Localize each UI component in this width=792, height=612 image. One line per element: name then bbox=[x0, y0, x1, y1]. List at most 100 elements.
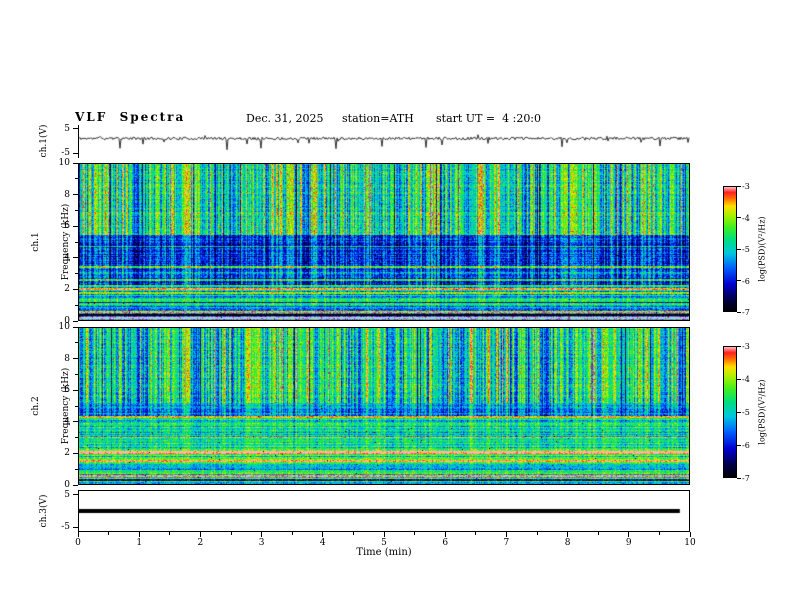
tick-label: 7 bbox=[503, 538, 510, 548]
tick-mark bbox=[75, 209, 78, 211]
tick-mark bbox=[444, 532, 446, 537]
tick-mark bbox=[737, 444, 741, 446]
tick-mark bbox=[75, 273, 78, 275]
tick-label: 3 bbox=[258, 538, 265, 548]
tick-label: -4 bbox=[742, 213, 750, 223]
tick-mark bbox=[199, 532, 201, 537]
tick-mark bbox=[597, 532, 599, 535]
tick-mark bbox=[108, 532, 110, 535]
colorbar2-label: log(PSD)(V²/Hz) bbox=[757, 379, 767, 445]
ch1-waveform-panel bbox=[78, 125, 690, 157]
tick-label: 4 bbox=[319, 538, 326, 548]
tick-label: 10 bbox=[58, 322, 70, 332]
tick-label: -5 bbox=[742, 245, 750, 254]
tick-mark bbox=[536, 532, 538, 535]
tick-mark bbox=[322, 532, 324, 537]
tick-label: 10 bbox=[58, 158, 70, 168]
tick-mark bbox=[737, 378, 741, 380]
axis-label-line: ch.2 bbox=[31, 396, 41, 416]
tick-mark bbox=[73, 128, 78, 130]
tick-label: -5 bbox=[61, 522, 70, 533]
tick-label: 9 bbox=[625, 538, 632, 548]
tick-label: 5 bbox=[381, 538, 387, 548]
tick-label: 4 bbox=[64, 252, 70, 263]
colorbar2 bbox=[723, 346, 737, 478]
start-ut-label: start UT = 4 :20:0 bbox=[436, 112, 542, 125]
tick-mark bbox=[291, 532, 293, 535]
tick-mark bbox=[689, 532, 691, 537]
ch1-spectrogram-panel bbox=[78, 163, 690, 321]
tick-mark bbox=[737, 345, 741, 347]
tick-mark bbox=[73, 152, 78, 154]
tick-label: -6 bbox=[742, 276, 750, 286]
tick-mark bbox=[75, 405, 78, 407]
tick-mark bbox=[475, 532, 477, 535]
tick-label: 0 bbox=[75, 538, 81, 548]
tick-mark bbox=[73, 421, 78, 423]
tick-mark bbox=[75, 178, 78, 180]
tick-mark bbox=[73, 526, 78, 528]
tick-mark bbox=[75, 468, 78, 470]
tick-mark bbox=[261, 532, 263, 537]
ch3-waveform-canvas bbox=[79, 491, 689, 531]
tick-mark bbox=[73, 257, 78, 259]
tick-label: -7 bbox=[742, 474, 750, 483]
tick-mark bbox=[737, 411, 741, 413]
tick-label: -6 bbox=[742, 441, 750, 450]
axis-label-line: ch.1 bbox=[31, 232, 41, 252]
ch2-spectrogram-panel bbox=[78, 327, 690, 485]
tick-label: 10 bbox=[684, 538, 696, 548]
tick-label: -7 bbox=[742, 308, 750, 317]
tick-mark bbox=[73, 162, 78, 164]
tick-mark bbox=[505, 532, 507, 537]
tick-mark bbox=[73, 494, 78, 496]
tick-mark bbox=[73, 320, 78, 322]
tick-mark bbox=[737, 477, 741, 479]
figure-title: VLF Spectra bbox=[75, 110, 186, 124]
tick-mark bbox=[737, 280, 741, 281]
tick-mark bbox=[169, 532, 171, 535]
tick-label: -5 bbox=[742, 408, 750, 417]
tick-mark bbox=[75, 437, 78, 439]
tick-mark bbox=[352, 532, 354, 535]
tick-mark bbox=[73, 389, 78, 391]
tick-mark bbox=[230, 532, 232, 535]
tick-label: 5 bbox=[64, 123, 70, 134]
tick-label: -3 bbox=[742, 182, 750, 191]
tick-label: -3 bbox=[742, 342, 750, 351]
tick-mark bbox=[73, 225, 78, 227]
tick-label: 6 bbox=[442, 538, 449, 548]
tick-mark bbox=[73, 484, 78, 486]
tick-mark bbox=[737, 311, 741, 313]
tick-label: 6 bbox=[64, 385, 70, 396]
tick-mark bbox=[75, 241, 78, 243]
ch3-waveform-panel bbox=[78, 490, 690, 532]
tick-mark bbox=[383, 532, 385, 537]
tick-label: 2 bbox=[64, 448, 70, 459]
tick-label: 8 bbox=[64, 189, 70, 200]
tick-label: 8 bbox=[564, 538, 571, 548]
tick-mark bbox=[73, 194, 78, 196]
ch2-spectrogram-canvas bbox=[79, 328, 689, 484]
tick-label: 1 bbox=[136, 538, 143, 548]
tick-label: 5 bbox=[64, 489, 70, 500]
tick-mark bbox=[138, 532, 140, 537]
tick-mark bbox=[567, 532, 569, 537]
tick-mark bbox=[73, 288, 78, 290]
colorbar1-label: log(PSD)(V²/Hz) bbox=[757, 216, 767, 282]
tick-label: 6 bbox=[64, 221, 70, 232]
tick-mark bbox=[73, 358, 78, 360]
colorbar2-canvas bbox=[724, 347, 736, 477]
tick-mark bbox=[737, 217, 741, 218]
axis-label-line: Frequency (kHz) bbox=[61, 367, 71, 445]
axis-label-line: Frequency (kHz) bbox=[61, 203, 71, 281]
tick-mark bbox=[737, 248, 741, 250]
tick-mark bbox=[414, 532, 416, 535]
tick-label: -5 bbox=[61, 148, 70, 159]
vlf-spectra-figure: VLF Spectra Dec. 31, 2025 station=ATH st… bbox=[0, 0, 792, 612]
tick-mark bbox=[73, 452, 78, 454]
colorbar1-canvas bbox=[724, 187, 736, 311]
tick-mark bbox=[75, 373, 78, 375]
colorbar1 bbox=[723, 186, 737, 312]
tick-mark bbox=[75, 304, 78, 306]
